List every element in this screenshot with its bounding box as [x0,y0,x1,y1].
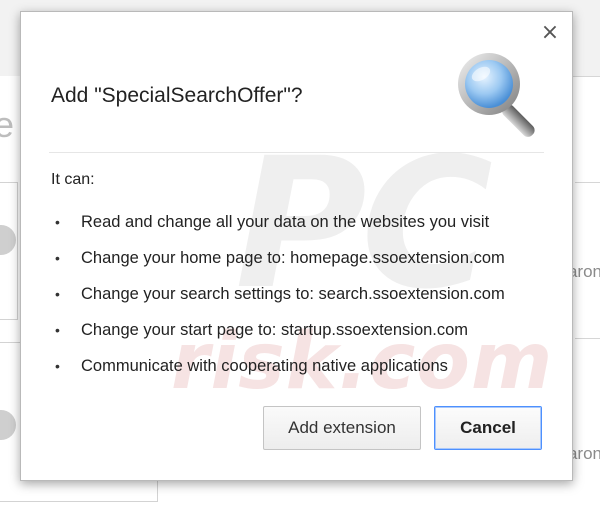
bullet-icon: • [55,250,60,266]
permission-text: Change your search settings to: search.s… [81,284,505,303]
permission-item: • Change your search settings to: search… [55,276,505,312]
permission-item: • Change your start page to: startup.sso… [55,312,505,348]
background-divider [575,182,600,183]
permission-text: Read and change all your data on the web… [81,212,490,231]
magnifier-icon [458,53,535,137]
add-extension-dialog: PC risk.com × Add "SpecialSearchOffer"? [20,11,573,481]
bullet-icon: • [55,358,60,374]
permission-text: Change your home page to: homepage.ssoex… [81,248,505,267]
dialog-divider [49,152,544,153]
permissions-list: • Read and change all your data on the w… [55,204,505,384]
background-divider [575,338,600,339]
cancel-button[interactable]: Cancel [434,406,542,450]
permissions-intro: It can: [51,171,95,188]
permission-item: • Read and change all your data on the w… [55,204,505,240]
permission-text: Communicate with cooperating native appl… [81,356,448,375]
close-button[interactable]: × [540,22,560,44]
background-text-fragment: e [0,104,15,145]
permission-item: • Change your home page to: homepage.sso… [55,240,505,276]
permission-item: • Communicate with cooperating native ap… [55,348,505,384]
bullet-icon: • [55,286,60,302]
bullet-icon: • [55,214,60,230]
close-icon: × [540,20,560,45]
bullet-icon: • [55,322,60,338]
dialog-title: Add "SpecialSearchOffer"? [51,84,303,107]
add-extension-button[interactable]: Add extension [263,406,421,450]
permission-text: Change your start page to: startup.ssoex… [81,320,469,339]
